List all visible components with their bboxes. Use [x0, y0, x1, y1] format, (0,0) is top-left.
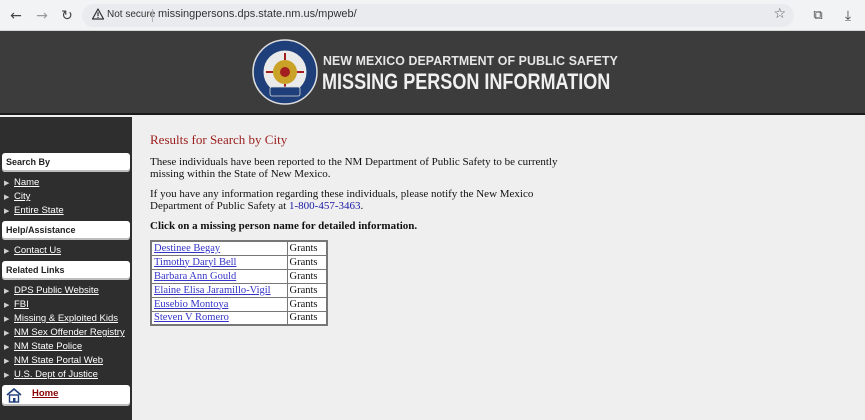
sidebar-item-contact-us[interactable]: ▶ Contact Us — [4, 245, 61, 256]
results-table: Destinee Begay Grants Timothy Daryl Bell… — [150, 240, 328, 326]
url-text[interactable]: missingpersons.dps.state.nm.us/mpweb/ — [158, 8, 357, 20]
not-secure-label: Not secure — [107, 8, 156, 20]
bullet-icon: ▶ — [4, 180, 10, 187]
sidebar-item-label[interactable]: NM Sex Offender Registry — [14, 327, 125, 338]
phone-number[interactable]: 1-800-457-3463 — [289, 200, 361, 212]
table-row: Timothy Daryl Bell Grants — [150, 254, 328, 270]
home-label[interactable]: Home — [32, 388, 58, 399]
sidebar-item-entire-state[interactable]: ▶ Entire State — [4, 205, 64, 216]
warning-triangle-icon — [92, 8, 104, 20]
bookmark-star-icon[interactable]: ☆ — [773, 6, 786, 22]
page-title: Results for Search by City — [150, 132, 288, 147]
bullet-icon: ▶ — [4, 372, 10, 379]
table-row: Steven V Romero Grants — [150, 310, 328, 326]
city-cell: Grants — [286, 268, 328, 284]
city-cell: Grants — [286, 254, 328, 270]
home-icon — [6, 388, 22, 403]
site-header: NEW MEXICO DEPARTMENT OF PUBLIC SAFETY M… — [0, 31, 865, 115]
sidebar-item-label[interactable]: City — [14, 191, 30, 202]
sidebar-item-label[interactable]: DPS Public Website — [14, 285, 99, 296]
sidebar-item-label[interactable]: U.S. Dept of Justice — [14, 369, 98, 380]
sidebar-item-label[interactable]: Entire State — [14, 205, 64, 216]
instruction-text: Click on a missing person name for detai… — [150, 220, 418, 232]
department-name: NEW MEXICO DEPARTMENT OF PUBLIC SAFETY — [323, 53, 618, 68]
dps-seal-logo — [252, 39, 318, 105]
bullet-icon: ▶ — [4, 194, 10, 201]
reload-icon[interactable]: ↻ — [57, 6, 77, 26]
site-title: MISSING PERSON INFORMATION — [322, 69, 611, 94]
separator — [152, 9, 153, 22]
security-indicator[interactable]: Not secure — [92, 8, 155, 20]
bullet-icon: ▶ — [4, 330, 10, 337]
person-name-link[interactable]: Timothy Daryl Bell — [150, 254, 288, 270]
sidebar-item-dept-justice[interactable]: ▶ U.S. Dept of Justice — [4, 369, 98, 380]
bullet-icon: ▶ — [4, 248, 10, 255]
sidebar-heading-related-links: Related Links — [2, 261, 130, 280]
bullet-icon: ▶ — [4, 344, 10, 351]
person-name-link[interactable]: Destinee Begay — [150, 240, 288, 256]
city-cell: Grants — [286, 240, 328, 256]
city-cell: Grants — [286, 282, 328, 298]
sidebar-item-state-portal[interactable]: ▶ NM State Portal Web — [4, 355, 103, 366]
address-bar[interactable]: Not secure missingpersons.dps.state.nm.u… — [82, 4, 794, 27]
sidebar-heading-help: Help/Assistance — [2, 221, 130, 240]
sidebar-item-fbi[interactable]: ▶ FBI — [4, 299, 29, 310]
sidebar-item-dps-website[interactable]: ▶ DPS Public Website — [4, 285, 99, 296]
bullet-icon: ▶ — [4, 288, 10, 295]
sidebar-item-name[interactable]: ▶ Name — [4, 177, 39, 188]
contact-paragraph: If you have any information regarding th… — [150, 188, 570, 212]
person-name-link[interactable]: Elaine Elisa Jaramillo-Vigil — [150, 282, 288, 298]
city-cell: Grants — [286, 310, 328, 326]
sidebar-item-label[interactable]: Name — [14, 177, 39, 188]
sidebar-heading-search-by: Search By — [2, 153, 130, 172]
sidebar-item-label[interactable]: NM State Police — [14, 341, 82, 352]
back-arrow-icon[interactable]: ← — [6, 6, 26, 26]
sidebar-item-sex-offender-registry[interactable]: ▶ NM Sex Offender Registry — [4, 327, 125, 338]
table-row: Eusebio Montoya Grants — [150, 296, 328, 312]
table-row: Destinee Begay Grants — [150, 240, 328, 256]
table-row: Barbara Ann Gould Grants — [150, 268, 328, 284]
home-button[interactable]: Home — [2, 385, 130, 406]
sidebar-item-label[interactable]: Missing & Exploited Kids — [14, 313, 118, 324]
bullet-icon: ▶ — [4, 358, 10, 365]
sidebar-item-label[interactable]: FBI — [14, 299, 29, 310]
sidebar-item-label[interactable]: Contact Us — [14, 245, 61, 256]
intro-paragraph: These individuals have been reported to … — [150, 156, 558, 180]
person-name-link[interactable]: Barbara Ann Gould — [150, 268, 288, 284]
sidebar-item-state-police[interactable]: ▶ NM State Police — [4, 341, 82, 352]
sidebar-item-city[interactable]: ▶ City — [4, 191, 30, 202]
sidebar-item-missing-kids[interactable]: ▶ Missing & Exploited Kids — [4, 313, 118, 324]
browser-toolbar: ← → ↻ Not secure missingpersons.dps.stat… — [0, 0, 865, 31]
main-content: Results for Search by City These individ… — [150, 132, 570, 326]
download-icon[interactable]: ⤓ — [838, 6, 858, 26]
reading-mode-icon[interactable]: ⧉ — [808, 6, 828, 26]
city-cell: Grants — [286, 296, 328, 312]
bullet-icon: ▶ — [4, 302, 10, 309]
contact-text-end: . — [360, 200, 364, 212]
forward-arrow-icon[interactable]: → — [32, 6, 52, 26]
sidebar-item-label[interactable]: NM State Portal Web — [14, 355, 103, 366]
bullet-icon: ▶ — [4, 316, 10, 323]
left-sidebar: Search By ▶ Name ▶ City ▶ Entire State Help… — [0, 117, 132, 420]
bullet-icon: ▶ — [4, 208, 10, 215]
person-name-link[interactable]: Eusebio Montoya — [150, 296, 288, 312]
table-row: Elaine Elisa Jaramillo-Vigil Grants — [150, 282, 328, 298]
person-name-link[interactable]: Steven V Romero — [150, 310, 288, 326]
